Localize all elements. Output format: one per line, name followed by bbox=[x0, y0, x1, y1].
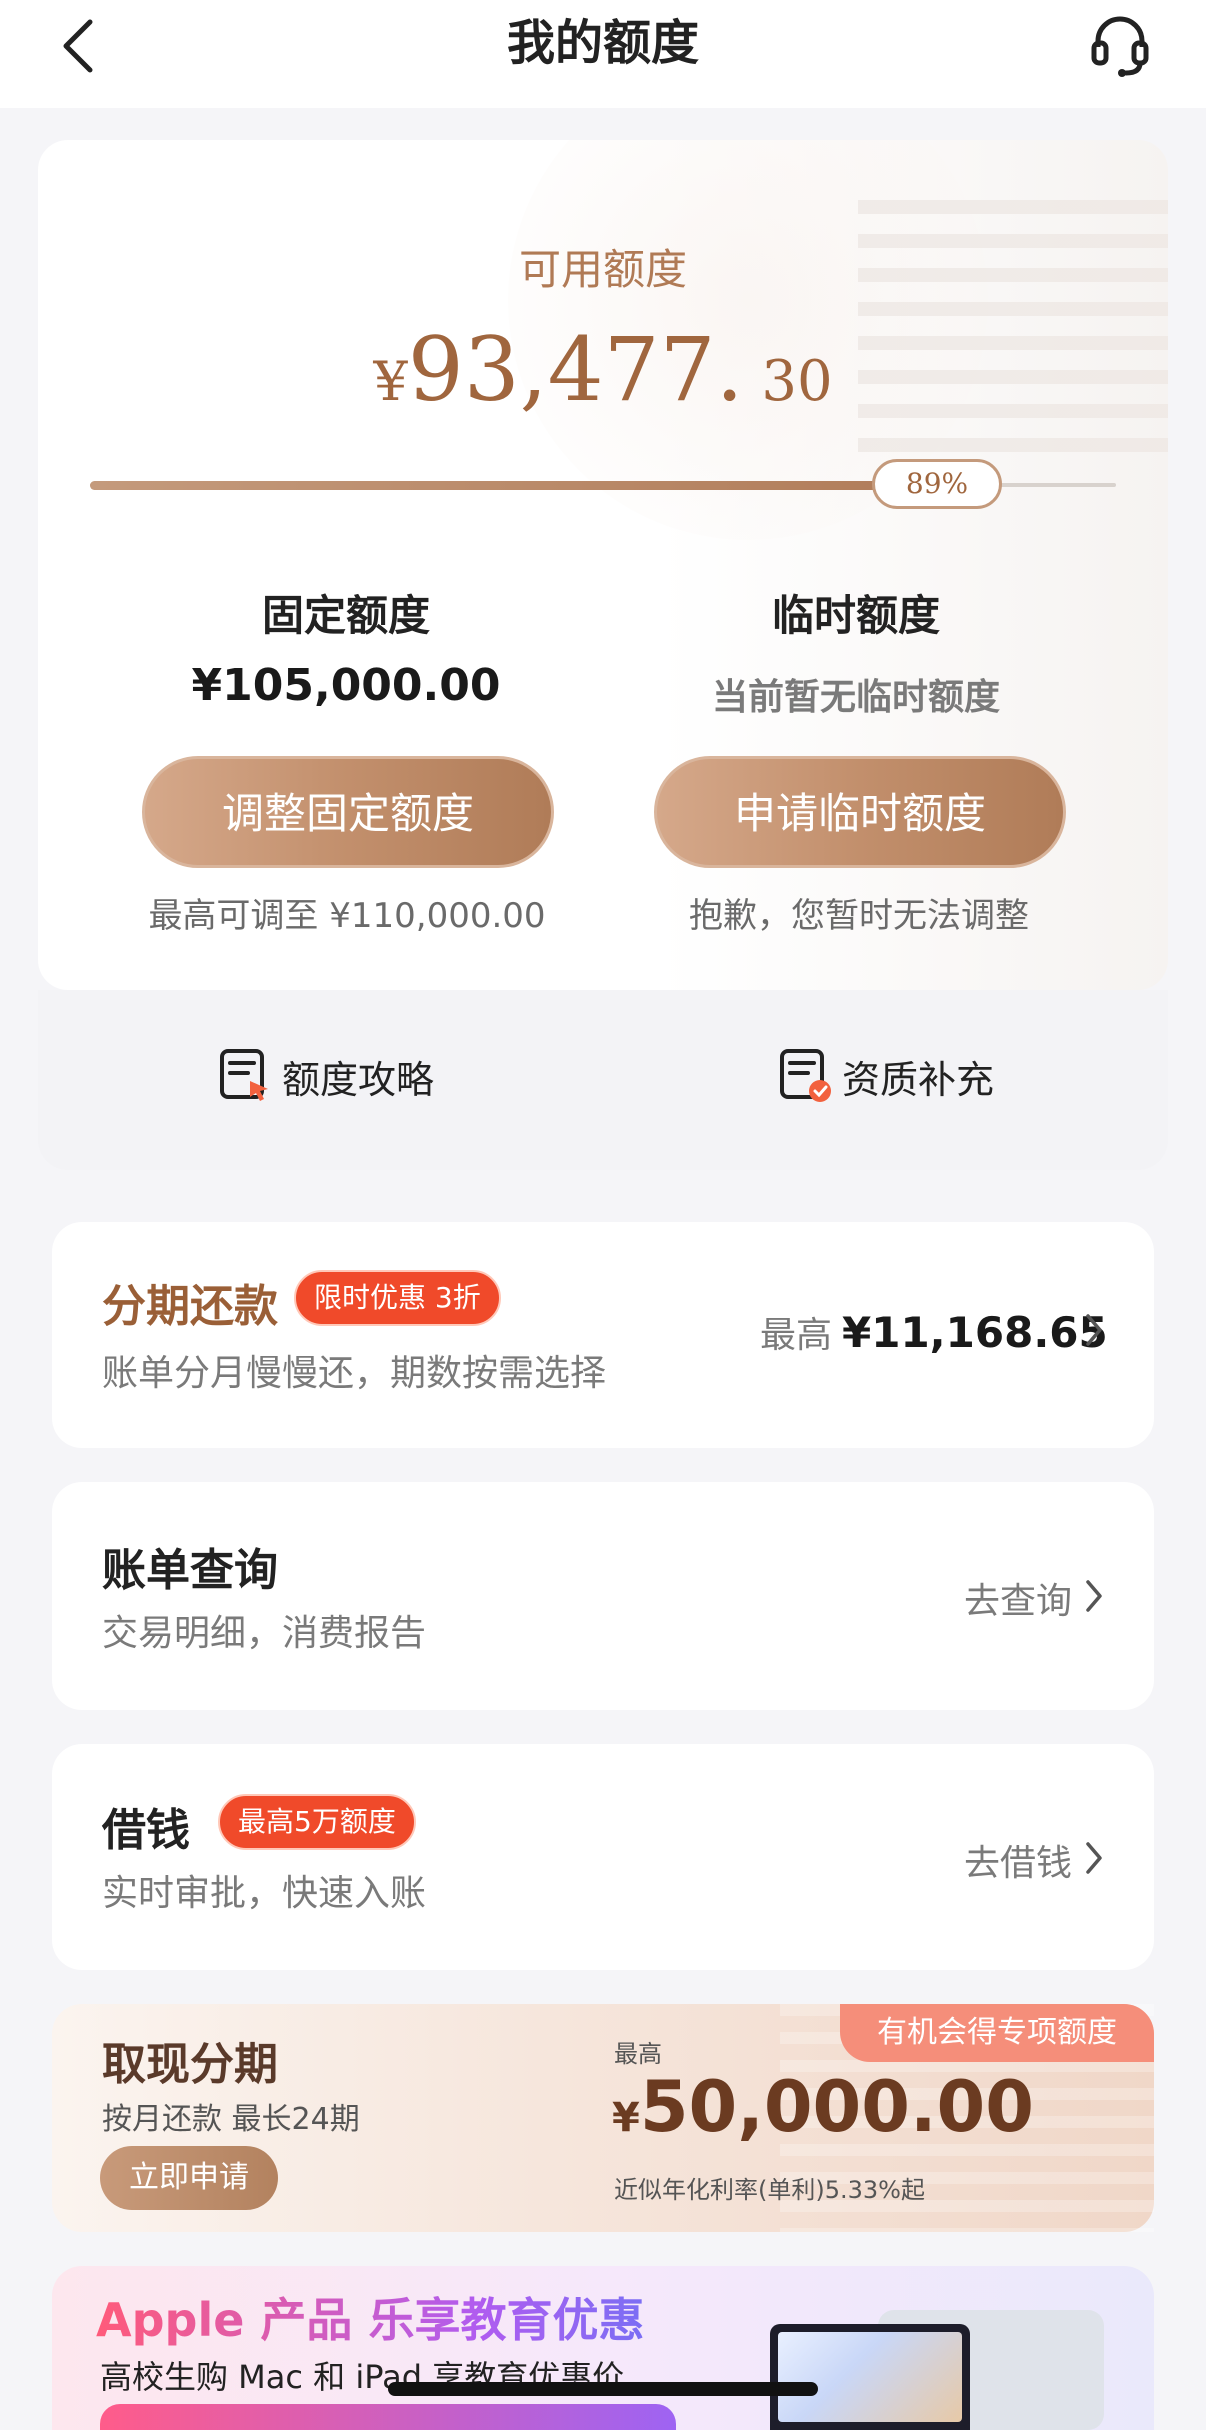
installment-promo-badge: 限时优惠 3折 bbox=[294, 1270, 501, 1326]
currency-symbol: ¥ bbox=[612, 2095, 640, 2141]
installment-subtitle: 账单分月慢慢还，期数按需选择 bbox=[102, 1353, 607, 1394]
home-indicator bbox=[388, 2382, 818, 2396]
chevron-right-icon bbox=[1082, 1310, 1106, 1360]
bill-inquiry-title: 账单查询 bbox=[102, 1545, 278, 1596]
cash-max-amount: ¥50,000.00 bbox=[612, 2066, 1034, 2148]
quick-links-strip bbox=[38, 990, 1168, 1170]
macbook-image bbox=[770, 2324, 970, 2430]
installment-title: 分期还款 bbox=[102, 1281, 278, 1332]
temporary-credit-title: 临时额度 bbox=[771, 591, 940, 640]
amount-integer: 93,477. bbox=[407, 318, 744, 421]
bill-inquiry-action: 去查询 bbox=[964, 1581, 1073, 1622]
bill-inquiry-subtitle: 交易明细，消费报告 bbox=[102, 1613, 427, 1654]
usage-percent-badge: 89% bbox=[872, 459, 1002, 509]
fixed-credit-title: 固定额度 bbox=[261, 591, 430, 640]
temporary-credit-hint: 抱歉，您暂时无法调整 bbox=[689, 896, 1029, 936]
usage-fill bbox=[90, 481, 880, 490]
guide-doc-icon bbox=[220, 1049, 268, 1101]
apply-temporary-credit-button[interactable]: 申请临时额度 bbox=[654, 756, 1066, 868]
borrow-subtitle: 实时审批，快速入账 bbox=[102, 1873, 427, 1914]
adjust-fixed-credit-button[interactable]: 调整固定额度 bbox=[142, 756, 554, 868]
credit-guide-label: 额度攻略 bbox=[282, 1057, 435, 1102]
customer-service-button[interactable] bbox=[1080, 6, 1160, 86]
credit-guide-link[interactable]: 额度攻略 bbox=[218, 1046, 434, 1106]
supplement-doc-icon bbox=[780, 1049, 831, 1102]
cash-amount-value: 50,000.00 bbox=[639, 2066, 1034, 2148]
available-credit-label: 可用额度 bbox=[518, 245, 687, 294]
installment-max: 最高 ¥11,168.65 bbox=[760, 1306, 1108, 1358]
chevron-right-icon bbox=[1082, 1838, 1106, 1888]
special-credit-ribbon: 有机会得专项额度 bbox=[840, 2004, 1154, 2062]
amount-decimal: 30 bbox=[743, 349, 833, 414]
available-credit-amount: ¥93,477. 30 bbox=[0, 318, 1206, 421]
currency-symbol: ¥ bbox=[373, 350, 408, 413]
temporary-credit-status: 当前暂无临时额度 bbox=[711, 677, 1000, 718]
chevron-right-icon bbox=[1082, 1576, 1106, 1626]
headset-icon bbox=[1091, 16, 1149, 77]
installment-max-prefix: 最高 bbox=[760, 1315, 833, 1356]
installment-max-amount: ¥11,168.65 bbox=[842, 1308, 1108, 1357]
fixed-credit-amount: ¥105,000.00 bbox=[191, 660, 501, 711]
cash-installment-title: 取现分期 bbox=[102, 2039, 278, 2090]
apple-promo-pill bbox=[100, 2404, 676, 2430]
qualification-supplement-link[interactable]: 资质补充 bbox=[778, 1046, 994, 1106]
cash-max-label: 最高 bbox=[614, 2040, 662, 2068]
borrow-promo-badge: 最高5万额度 bbox=[218, 1794, 416, 1850]
qualification-supplement-label: 资质补充 bbox=[842, 1057, 995, 1102]
fixed-credit-hint: 最高可调至 ¥110,000.00 bbox=[148, 896, 546, 936]
cash-installment-subtitle: 按月还款 最长24期 bbox=[102, 2102, 360, 2137]
borrow-action: 去借钱 bbox=[964, 1843, 1073, 1884]
apple-promo-title: Apple 产品 乐享教育优惠 bbox=[96, 2284, 644, 2350]
apply-now-button[interactable]: 立即申请 bbox=[100, 2146, 278, 2210]
page-title: 我的额度 bbox=[506, 15, 699, 71]
interest-rate-note: 近似年化利率(单利)5.33%起 bbox=[614, 2176, 925, 2204]
borrow-title: 借钱 bbox=[102, 1805, 190, 1856]
